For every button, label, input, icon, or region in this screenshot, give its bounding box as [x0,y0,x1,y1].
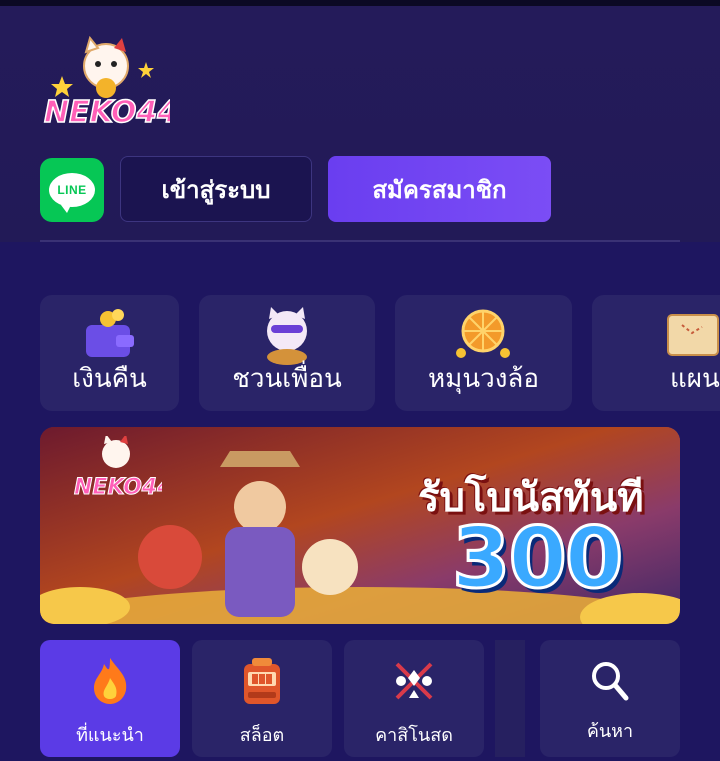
tab-label: ที่แนะนำ [76,725,144,746]
fire-icon [94,658,127,704]
tab-label: สล็อต [239,725,285,746]
tab-recommended[interactable]: ที่แนะนำ [40,640,180,757]
logo-text: NEKO44 [44,95,170,130]
search-icon [592,662,629,701]
banner-logo-text: NEKO44 [74,475,162,500]
slot-machine-icon [244,658,280,704]
register-label: สมัครสมาชิก [372,175,507,204]
tab-label: คาสิโนสด [375,725,453,746]
tab-scroll-edge [495,640,525,757]
quick-menu-label: แผน [670,364,720,394]
quick-menu-label: หมุนวงล้อ [428,364,539,394]
login-button[interactable]: เข้าสู่ระบบ [120,156,312,222]
line-button[interactable]: LINE [40,158,104,222]
quick-menu-cashback[interactable]: เงินคืน [40,295,179,411]
banner-amount: 300 [450,508,624,609]
spin-wheel-icon [456,309,510,358]
quick-menu-map[interactable]: แผน [592,295,720,411]
quick-menu-label: เงินคืน [72,364,147,394]
site-logo[interactable]: NEKO44 [40,35,179,140]
card-suits-icon [395,662,433,700]
tab-search[interactable]: ค้นหา [540,640,680,757]
line-icon: LINE [49,173,95,213]
tab-live-casino[interactable]: คาสิโนสด [344,640,484,757]
header: NEKO44 LINE เข้าสู่ระบบ สมัครสมาชิก [0,6,720,242]
map-scroll-icon [667,314,719,356]
banner-logo: NEKO44 [74,436,162,500]
quick-menu-label: ชวนเพื่อน [232,364,342,394]
header-divider [40,240,680,242]
login-label: เข้าสู่ระบบ [161,175,271,204]
quick-menu-invite[interactable]: ชวนเพื่อน [199,295,375,411]
wallet-coins-icon [86,309,134,357]
register-button[interactable]: สมัครสมาชิก [328,156,551,222]
line-label: LINE [57,183,87,197]
quick-menu-spin[interactable]: หมุนวงล้อ [395,295,572,411]
tab-slots[interactable]: สล็อต [192,640,332,757]
tab-label: ค้นหา [586,721,634,742]
